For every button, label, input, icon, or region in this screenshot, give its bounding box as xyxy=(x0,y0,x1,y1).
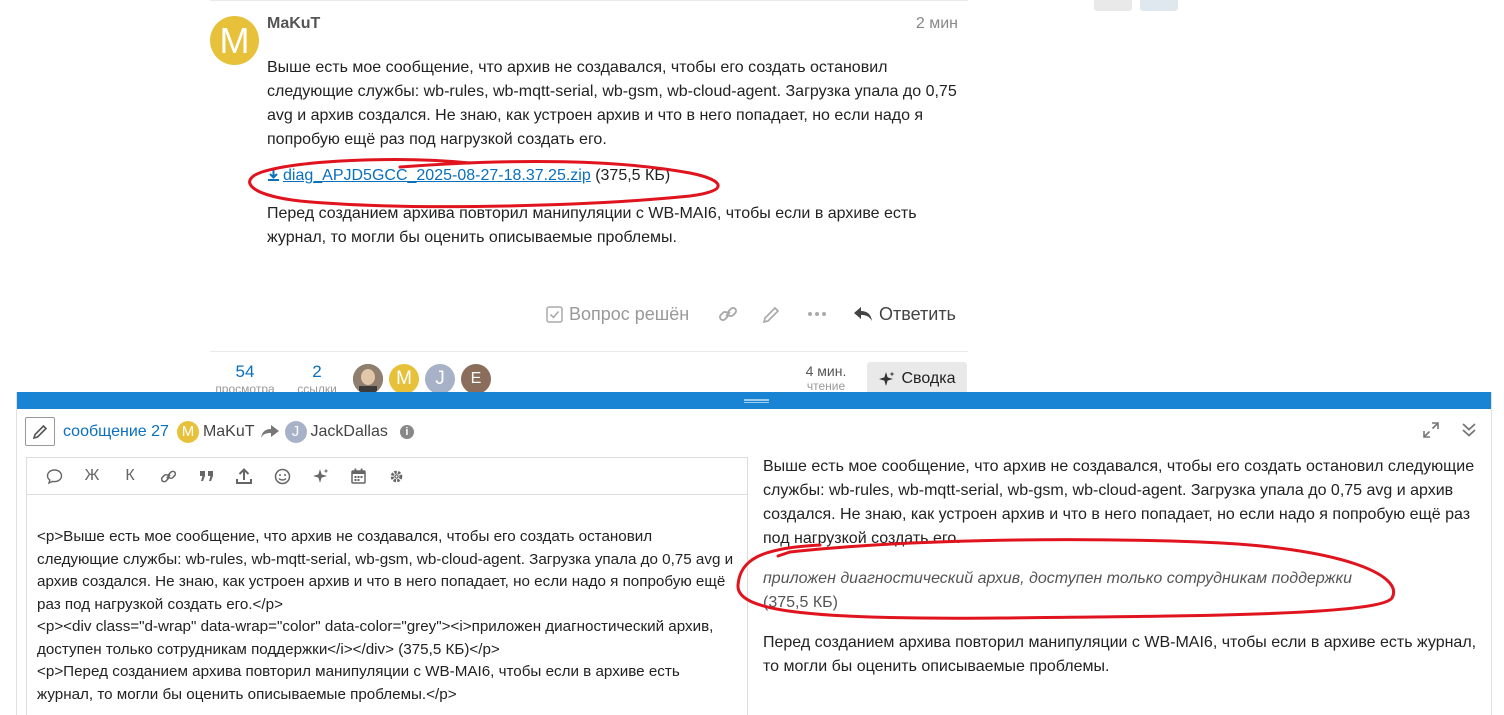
sparkle-icon xyxy=(879,371,895,386)
download-icon xyxy=(267,166,280,190)
composer-title: сообщение 27 M MaKuT J JackDallas i xyxy=(63,421,414,443)
participant-avatar[interactable]: J xyxy=(425,364,455,392)
preview-paragraph: Выше есть мое сообщение, что архив не со… xyxy=(763,458,1475,547)
participant-avatar[interactable]: M xyxy=(389,364,419,392)
quote-icon xyxy=(199,471,213,481)
post-link[interactable]: сообщение 27 xyxy=(63,423,169,441)
reply-button[interactable]: Ответить xyxy=(853,300,956,328)
copy-link-button[interactable] xyxy=(718,300,738,328)
composer-action-button[interactable] xyxy=(25,417,55,446)
sparkle-icon xyxy=(312,468,328,483)
preview-attachment-note: приложен диагностический архив, доступен… xyxy=(763,567,1483,615)
upload-button[interactable] xyxy=(225,461,263,491)
post-body: Выше есть мое сообщение, что архив не со… xyxy=(267,56,967,262)
insert-date-button[interactable] xyxy=(339,461,377,491)
participant-avatar[interactable] xyxy=(353,364,383,392)
attachment-size: (375,5 КБ) xyxy=(595,167,671,184)
more-button[interactable] xyxy=(807,300,827,328)
reply-label: Ответить xyxy=(879,303,956,324)
reply-icon xyxy=(854,307,872,321)
preview-pane: Выше есть мое сообщение, что архив не со… xyxy=(763,455,1483,695)
fullscreen-button[interactable] xyxy=(1423,422,1439,443)
links-count: 2 xyxy=(312,362,322,381)
read-time: 4 мин. чтение xyxy=(795,363,857,392)
header-button-partial[interactable] xyxy=(1094,0,1132,11)
attachment: diag_APJD5GCC_2025-08-27-18.37.25.zip (3… xyxy=(267,164,967,190)
upload-icon xyxy=(236,468,252,484)
composer-resize-grip[interactable] xyxy=(17,392,1491,409)
emoji-button[interactable] xyxy=(263,461,301,491)
reply-arrow-icon xyxy=(260,425,279,438)
post-age[interactable]: 2 мин xyxy=(880,15,958,33)
link-icon xyxy=(160,470,176,482)
author-name[interactable]: MaKuT xyxy=(203,423,255,441)
post-paragraph: Перед созданием архива повторил манипуля… xyxy=(267,205,917,246)
preview-paragraph: Перед созданием архива повторил манипуля… xyxy=(763,634,1477,675)
link-icon xyxy=(719,307,737,321)
gear-icon xyxy=(390,470,402,482)
summary-button[interactable]: Сводка xyxy=(867,362,967,392)
post-divider xyxy=(210,0,968,1)
ellipsis-icon xyxy=(808,312,826,316)
solved-label: Вопрос решён xyxy=(569,303,690,324)
toggle-rich-editor-button[interactable] xyxy=(35,461,73,491)
topic-post: M MaKuT 2 мин Выше есть мое сообщение, ч… xyxy=(0,0,1504,392)
views-count: 54 xyxy=(235,362,255,381)
grip-line xyxy=(744,399,769,401)
calendar-icon xyxy=(350,468,366,484)
editor-toolbar: Ж К xyxy=(27,458,747,495)
post-actions: Вопрос решён xyxy=(546,300,689,328)
header-button-partial[interactable] xyxy=(1140,0,1178,11)
collapse-button[interactable] xyxy=(1461,422,1477,443)
read-time-value: 4 мин. xyxy=(805,363,847,379)
views-label: просмотра xyxy=(215,382,275,392)
links-stat[interactable]: 2 ссылки xyxy=(292,362,342,392)
double-chevron-down-icon xyxy=(1462,423,1476,437)
topic-map-divider xyxy=(210,351,968,352)
pencil-icon xyxy=(762,306,780,323)
post-paragraph: Выше есть мое сообщение, что архив не со… xyxy=(267,59,957,148)
avatar: M xyxy=(176,421,199,443)
composer: сообщение 27 M MaKuT J JackDallas i Ж К xyxy=(16,392,1492,715)
edit-button[interactable] xyxy=(762,300,781,328)
options-button[interactable] xyxy=(377,461,415,491)
preview-note-size: (375,5 КБ) xyxy=(763,594,838,611)
speech-bubble-icon xyxy=(46,468,62,484)
solved-button[interactable]: Вопрос решён xyxy=(546,304,689,325)
read-time-label: чтение xyxy=(806,379,846,392)
editor: Ж К <p>Выше есть мое сообщение, что архи… xyxy=(26,457,748,715)
ai-helper-button[interactable] xyxy=(301,461,339,491)
smiley-icon xyxy=(274,468,290,484)
views-stat: 54 просмотра xyxy=(210,362,280,392)
preview-note-italic: приложен диагностический архив, доступен… xyxy=(763,570,1352,587)
grip-line xyxy=(744,402,769,403)
editor-textarea[interactable]: <p>Выше есть мое сообщение, что архив не… xyxy=(27,495,747,706)
post-author[interactable]: MaKuT xyxy=(267,15,320,33)
italic-button[interactable]: К xyxy=(111,461,149,491)
participant-avatar[interactable]: E xyxy=(461,364,491,392)
attachment-link[interactable]: diag_APJD5GCC_2025-08-27-18.37.25.zip xyxy=(283,167,591,184)
pencil-icon xyxy=(32,424,48,439)
checkbox-icon xyxy=(546,305,563,323)
info-icon[interactable]: i xyxy=(399,425,414,439)
reply-to-name[interactable]: JackDallas xyxy=(311,423,388,441)
expand-icon xyxy=(1423,422,1439,438)
links-label: ссылки xyxy=(297,382,337,392)
avatar: J xyxy=(284,421,307,443)
link-button[interactable] xyxy=(149,461,187,491)
avatar[interactable]: M xyxy=(210,16,259,65)
summary-label: Сводка xyxy=(901,370,956,387)
bold-button[interactable]: Ж xyxy=(73,461,111,491)
quote-button[interactable] xyxy=(187,461,225,491)
